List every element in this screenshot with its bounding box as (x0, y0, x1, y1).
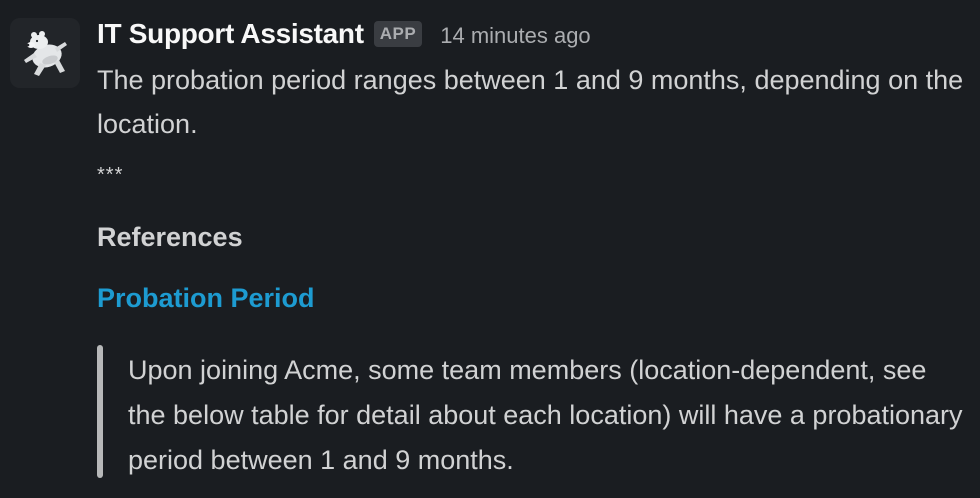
reference-link[interactable]: Probation Period (97, 283, 315, 314)
message-text: The probation period ranges between 1 an… (97, 65, 964, 139)
blockquote: Upon joining Acme, some team members (lo… (97, 345, 967, 480)
message-header: IT Support Assistant APP 14 minutes ago (97, 14, 591, 54)
polar-bear-icon (10, 18, 80, 88)
timestamp[interactable]: 14 minutes ago (440, 23, 590, 49)
quote-bar (97, 345, 103, 478)
references-heading: References (97, 222, 243, 252)
app-badge: APP (373, 21, 423, 47)
sender-name[interactable]: IT Support Assistant (97, 18, 364, 50)
separator: *** (97, 164, 124, 186)
message: IT Support Assistant APP 14 minutes ago … (0, 0, 980, 498)
avatar[interactable] (10, 18, 80, 88)
quote-text: Upon joining Acme, some team members (lo… (128, 355, 963, 475)
